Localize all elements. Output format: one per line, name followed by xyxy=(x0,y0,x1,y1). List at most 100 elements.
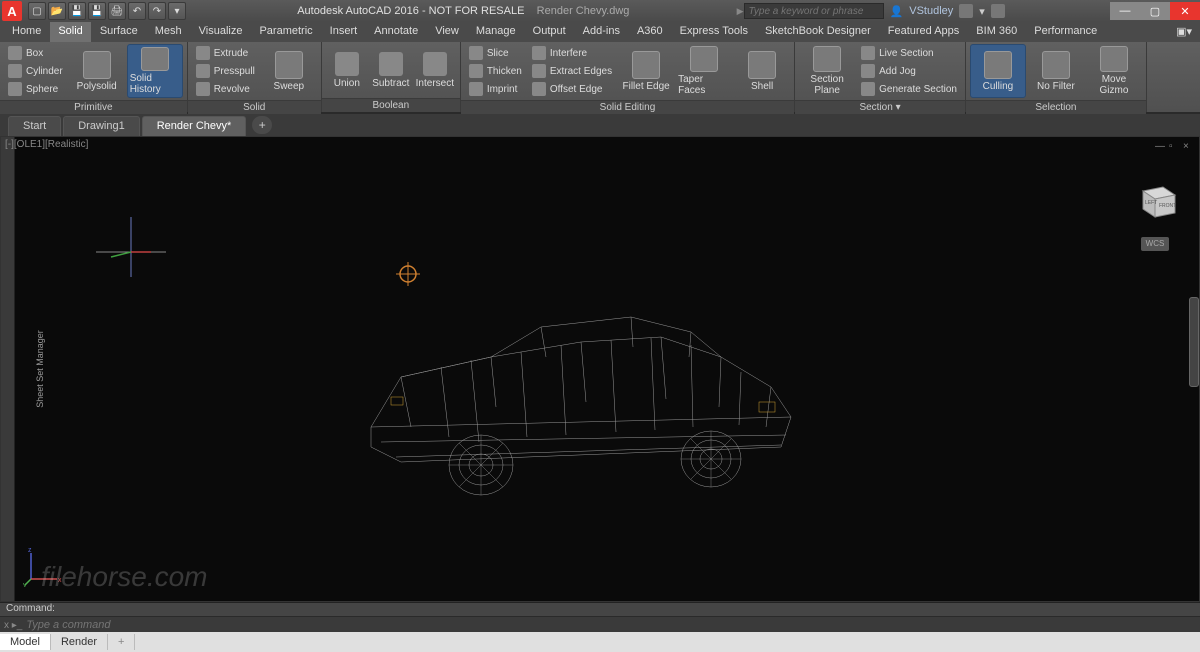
viewport-label[interactable]: [-][OLE1][Realistic] xyxy=(5,139,88,150)
thicken-button[interactable]: Thicken xyxy=(465,63,526,80)
saveas-icon[interactable]: 💾 xyxy=(88,2,106,20)
interfere-button[interactable]: Interfere xyxy=(528,45,616,62)
tab-solid[interactable]: Solid xyxy=(50,22,90,42)
intersect-button[interactable]: Intersect xyxy=(414,52,456,89)
user-name[interactable]: VStudley xyxy=(909,5,953,17)
tab-manage[interactable]: Manage xyxy=(468,22,524,42)
doctab-drawing1[interactable]: Drawing1 xyxy=(63,116,139,136)
open-icon[interactable]: 📂 xyxy=(48,2,66,20)
navbar-handle[interactable] xyxy=(1189,297,1199,387)
tab-insert[interactable]: Insert xyxy=(322,22,366,42)
extrude-button[interactable]: Extrude xyxy=(192,45,259,62)
generatesection-button[interactable]: Generate Section xyxy=(857,81,961,98)
subtract-button[interactable]: Subtract xyxy=(370,52,412,89)
qat-dropdown-icon[interactable]: ▾ xyxy=(168,2,186,20)
nofilter-icon xyxy=(1042,51,1070,79)
panel-title[interactable]: Section ▾ xyxy=(795,100,965,114)
tab-featuredapps[interactable]: Featured Apps xyxy=(880,22,968,42)
cylinder-button[interactable]: Cylinder xyxy=(4,63,67,80)
car-wireframe-model[interactable] xyxy=(341,287,821,507)
layout-tab-render[interactable]: Render xyxy=(51,634,108,650)
polysolid-button[interactable]: Polysolid xyxy=(69,44,125,98)
tab-bim360[interactable]: BIM 360 xyxy=(968,22,1025,42)
solidhistory-button[interactable]: Solid History xyxy=(127,44,183,98)
tab-expresstools[interactable]: Express Tools xyxy=(672,22,756,42)
tab-performance[interactable]: Performance xyxy=(1026,22,1105,42)
help-dropdown-icon[interactable]: ▾ xyxy=(979,5,985,18)
tab-mesh[interactable]: Mesh xyxy=(147,22,190,42)
nofilter-button[interactable]: No Filter xyxy=(1028,44,1084,98)
search-input[interactable] xyxy=(744,3,884,19)
maximize-button[interactable]: ▢ xyxy=(1140,2,1170,20)
svg-text:FRONT: FRONT xyxy=(1159,203,1176,209)
union-button[interactable]: Union xyxy=(326,52,368,89)
sweep-button[interactable]: Sweep xyxy=(261,44,317,98)
shell-button[interactable]: Shell xyxy=(734,44,790,98)
imprint-button[interactable]: Imprint xyxy=(465,81,526,98)
culling-button[interactable]: Culling xyxy=(970,44,1026,98)
undo-icon[interactable]: ↶ xyxy=(128,2,146,20)
panel-title[interactable]: Solid Editing xyxy=(461,100,794,114)
app-logo-icon[interactable]: A xyxy=(2,1,22,21)
tab-parametric[interactable]: Parametric xyxy=(251,22,320,42)
viewport[interactable]: Sheet Set Manager [-][OLE1][Realistic] —… xyxy=(0,136,1200,602)
redo-icon[interactable]: ↷ xyxy=(148,2,166,20)
addjog-button[interactable]: Add Jog xyxy=(857,63,961,80)
solidhistory-icon xyxy=(141,47,169,71)
minimize-button[interactable]: — xyxy=(1110,2,1140,20)
cylinder-icon xyxy=(8,64,22,78)
vp-restore-icon[interactable]: ▫ xyxy=(1169,141,1179,151)
livesection-button[interactable]: Live Section xyxy=(857,45,961,62)
sectionplane-button[interactable]: Section Plane xyxy=(799,44,855,98)
ribbon-minimize-icon[interactable]: ▣▾ xyxy=(1168,22,1200,42)
panel-selection: Culling No Filter Move Gizmo Selection xyxy=(966,42,1147,112)
sheetset-sidebar[interactable]: Sheet Set Manager xyxy=(1,137,15,601)
offsetedge-button[interactable]: Offset Edge xyxy=(528,81,616,98)
box-button[interactable]: Box xyxy=(4,45,67,62)
add-doctab-button[interactable]: + xyxy=(252,116,272,134)
sectionplane-icon xyxy=(813,46,841,72)
taperfaces-button[interactable]: Taper Faces xyxy=(676,44,732,98)
tab-annotate[interactable]: Annotate xyxy=(366,22,426,42)
save-icon[interactable]: 💾 xyxy=(68,2,86,20)
tab-visualize[interactable]: Visualize xyxy=(191,22,251,42)
movegizmo-button[interactable]: Move Gizmo xyxy=(1086,44,1142,98)
panel-title[interactable]: Boolean xyxy=(322,98,460,112)
doctab-start[interactable]: Start xyxy=(8,116,61,136)
tab-addins[interactable]: Add-ins xyxy=(575,22,628,42)
revolve-button[interactable]: Revolve xyxy=(192,81,259,98)
extractedges-button[interactable]: Extract Edges xyxy=(528,63,616,80)
tab-home[interactable]: Home xyxy=(4,22,49,42)
slice-button[interactable]: Slice xyxy=(465,45,526,62)
panel-title[interactable]: Solid xyxy=(188,100,321,114)
tab-surface[interactable]: Surface xyxy=(92,22,146,42)
add-layout-button[interactable]: + xyxy=(108,634,135,650)
panel-title[interactable]: Primitive xyxy=(0,100,187,114)
new-icon[interactable]: ▢ xyxy=(28,2,46,20)
help-icon[interactable] xyxy=(991,4,1005,18)
layout-tab-model[interactable]: Model xyxy=(0,634,51,650)
viewcube[interactable]: LEFT FRONT xyxy=(1135,177,1179,221)
sphere-button[interactable]: Sphere xyxy=(4,81,67,98)
doctab-renderchevy[interactable]: Render Chevy* xyxy=(142,116,247,136)
vp-minimize-icon[interactable]: — xyxy=(1155,141,1165,151)
tab-view[interactable]: View xyxy=(427,22,467,42)
addjog-icon xyxy=(861,64,875,78)
wcs-badge[interactable]: WCS xyxy=(1141,237,1169,251)
command-input[interactable] xyxy=(26,619,1196,631)
tab-sketchbook[interactable]: SketchBook Designer xyxy=(757,22,879,42)
exchange-icon[interactable] xyxy=(959,4,973,18)
window-controls: — ▢ ✕ xyxy=(1110,2,1200,20)
vp-close-icon[interactable]: × xyxy=(1183,141,1193,151)
signin-icon[interactable]: 👤 xyxy=(890,5,904,18)
imprint-icon xyxy=(469,82,483,96)
sidebar-label: Sheet Set Manager xyxy=(35,330,45,408)
tab-a360[interactable]: A360 xyxy=(629,22,671,42)
filletedge-button[interactable]: Fillet Edge xyxy=(618,44,674,98)
plot-icon[interactable]: 🖨 xyxy=(108,2,126,20)
panel-title[interactable]: Selection xyxy=(966,100,1146,114)
union-icon xyxy=(335,52,359,76)
presspull-button[interactable]: Presspull xyxy=(192,63,259,80)
tab-output[interactable]: Output xyxy=(525,22,574,42)
close-button[interactable]: ✕ xyxy=(1170,2,1200,20)
